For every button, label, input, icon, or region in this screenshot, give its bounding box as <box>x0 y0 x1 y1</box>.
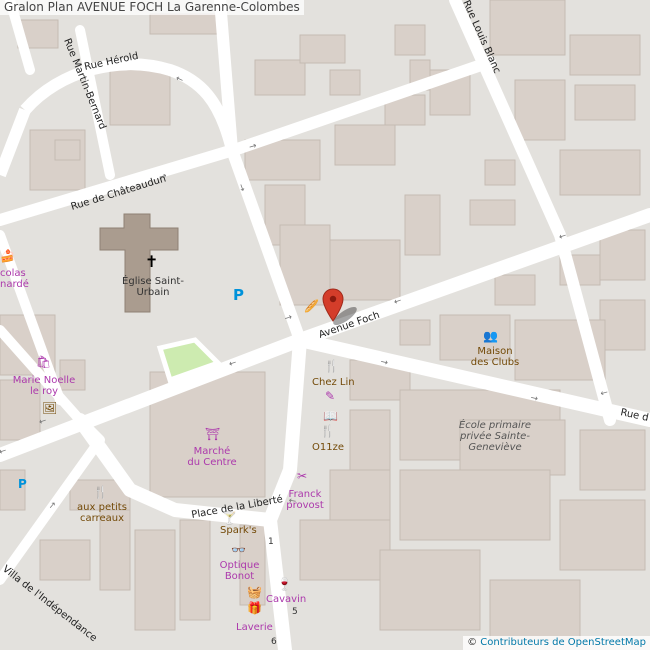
attribution-prefix: © <box>467 637 478 648</box>
house-number: 5 <box>292 607 298 617</box>
photo-icon: 🖼 <box>42 401 58 415</box>
colas-label-line1: colas <box>0 268 26 279</box>
ecole-label-line3: Geneviève <box>468 442 522 453</box>
restaurant-icon-2: 🍴 <box>320 424 335 438</box>
people-icon: 👥 <box>483 329 498 343</box>
ecole-label-line2: privée Sainte- <box>460 431 530 442</box>
marche-label[interactable]: Marché du Centre <box>182 446 242 468</box>
laverie-label[interactable]: Laverie <box>236 622 273 633</box>
aux-petits-carreaux-label[interactable]: aux petits carreaux <box>72 502 132 524</box>
shop-icon: 🛍 <box>36 355 52 369</box>
optique-bonot-label[interactable]: Optique Bonot <box>212 560 267 582</box>
optique-label-line2: Bonot <box>224 571 255 582</box>
map-attribution: © Contributeurs de OpenStreetMap <box>463 636 650 650</box>
sparks-label[interactable]: Spark's <box>220 525 257 536</box>
marie-noelle-label[interactable]: Marie Noelle le roy <box>10 375 78 397</box>
map-base: Avenue Foch Rue Hérold Rue Martin-Bernar… <box>0 0 650 650</box>
maison-label-line2: des Clubs <box>470 357 520 368</box>
house-number: 6 <box>271 637 277 647</box>
map-title: Gralon Plan AVENUE FOCH La Garenne-Colom… <box>0 0 304 15</box>
church-label[interactable]: Église Saint- Urbain <box>113 276 193 298</box>
bakery-icon-2: 🍰 <box>0 249 15 263</box>
franck-provost-label[interactable]: Franck provost <box>280 489 330 511</box>
chez-lin-label[interactable]: Chez Lin <box>312 377 355 388</box>
bakery-icon: 🥖 <box>304 299 319 313</box>
house-number: 1 <box>268 537 274 547</box>
wine-icon: 🍷 <box>277 577 292 591</box>
ecole-label-line1: École primaire <box>458 420 532 431</box>
marie-noelle-label-line1: Marie Noelle <box>12 375 76 386</box>
maison-label-line1: Maison <box>477 346 513 357</box>
franck-label-line2: provost <box>286 500 324 511</box>
maison-clubs-label[interactable]: Maison des Clubs <box>465 346 525 368</box>
location-pin-icon[interactable] <box>322 288 344 322</box>
scissors-icon: ✂ <box>297 469 308 483</box>
cavavin-label[interactable]: Cavavin <box>266 594 306 605</box>
ecole-label[interactable]: École primaire privée Sainte- Geneviève <box>450 420 540 453</box>
book-icon: 📖 <box>323 409 338 423</box>
church-label-line2: Urbain <box>136 287 170 298</box>
cocktail-icon: 🍸 <box>222 511 237 525</box>
aux-petits-label-line1: aux petits <box>77 502 127 513</box>
market-icon: ⛩ <box>205 427 221 441</box>
parking-icon[interactable]: P <box>233 286 244 304</box>
optique-label-line1: Optique <box>219 560 260 571</box>
cross-icon: ✝ <box>145 252 159 271</box>
franck-label-line1: Franck <box>288 489 322 500</box>
glasses-icon: 👓 <box>231 543 246 557</box>
church-label-line1: Église Saint- <box>122 276 184 287</box>
ice-cream-icon: ✎ <box>325 389 336 403</box>
aux-petits-label-line2: carreaux <box>80 513 124 524</box>
o11ze-label[interactable]: O11ze <box>312 442 344 453</box>
restaurant-icon: 🍴 <box>324 359 339 373</box>
map-canvas[interactable]: Avenue Foch Rue Hérold Rue Martin-Bernar… <box>0 0 650 650</box>
marche-label-line2: du Centre <box>187 457 237 468</box>
marie-noelle-label-line2: le roy <box>29 386 59 397</box>
colas-narde-label[interactable]: colas nardé <box>0 268 29 290</box>
bicycle-parking-icon: P <box>18 477 27 491</box>
marche-label-line1: Marché <box>193 446 231 457</box>
colas-label-line2: nardé <box>0 279 29 290</box>
laundry-icon: 🧺 <box>247 585 262 599</box>
attribution-link[interactable]: Contributeurs de OpenStreetMap <box>480 637 646 648</box>
gift-icon: 🎁 <box>247 601 262 615</box>
restaurant-icon-3: 🍴 <box>93 485 108 499</box>
